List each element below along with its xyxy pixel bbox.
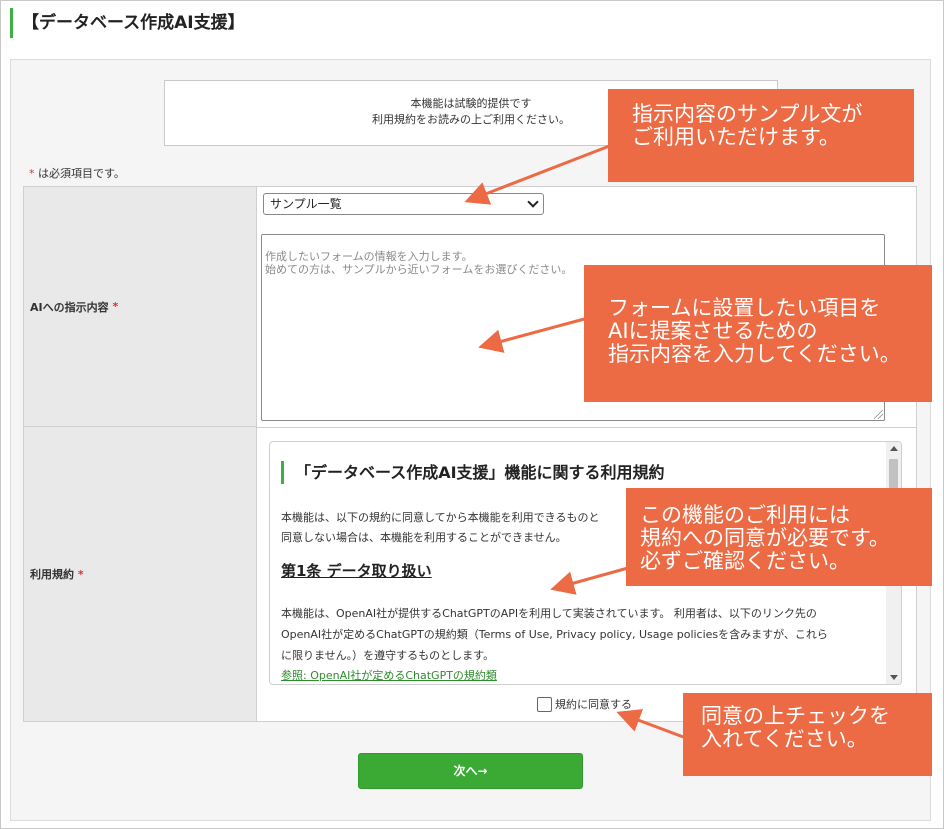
chevron-down-icon (527, 196, 539, 208)
terms-label-text: 利用規約 (30, 568, 74, 581)
terms-paragraph-2-line-1: 本機能は、OpenAI社が提供するChatGPTのAPIを利用して実装されていま… (281, 607, 817, 620)
row-divider (257, 427, 916, 428)
callout-prompt-hint: フォームに設置したい項目を AIに提案させるための 指示内容を入力してください。 (584, 265, 932, 402)
terms-paragraph-2: 本機能は、OpenAI社が提供するChatGPTのAPIを利用して実装されていま… (281, 603, 828, 666)
terms-paragraph-2-line-3: に限りません。）を遵守するものとします。 (281, 649, 495, 662)
terms-paragraph-1-line-1: 本機能は、以下の規約に同意してから本機能を利用できるものと (281, 511, 600, 524)
callout-1-line-1: 指示内容のサンプル文が (632, 102, 863, 126)
callout-3-line-1: この機能のご利用には (640, 503, 850, 527)
resize-grip-icon[interactable] (874, 410, 883, 419)
sample-select[interactable]: サンプル一覧 (263, 193, 544, 215)
scroll-down-icon[interactable] (890, 675, 898, 680)
next-button[interactable]: 次へ→ (358, 753, 583, 789)
prompt-placeholder: 作成したいフォームの情報を入力します。 始めての方は、サンプルから近いフォームを… (265, 250, 573, 276)
callout-1-line-2: ご利用いただけます。 (632, 125, 840, 149)
scroll-up-icon[interactable] (890, 446, 898, 451)
page-title: 【データベース作成AI支援】 (10, 8, 245, 38)
terms-row-label: 利用規約 * (24, 427, 257, 721)
required-note: * は必須項目です。 (29, 165, 125, 181)
callout-3-line-3: 必ずご確認ください。 (640, 549, 850, 573)
terms-heading: 「データベース作成AI支援」機能に関する利用規約 (281, 461, 665, 484)
callout-2-line-2: AIに提案させるための (608, 319, 818, 343)
prompt-required-star: * (112, 300, 119, 313)
terms-required-star: * (77, 567, 84, 581)
callout-3-line-2: 規約への同意が必要です。 (640, 526, 890, 550)
terms-paragraph-1-line-2: 同意しない場合は、本機能を利用することができません。 (281, 531, 567, 544)
callout-agree-hint: 同意の上チェックを 入れてください。 (683, 693, 932, 776)
prompt-row-label: AIへの指示内容 * (24, 187, 257, 427)
prompt-label-text: AIへの指示内容 (30, 300, 109, 314)
openai-terms-link[interactable]: 参照: OpenAI社が定めるChatGPTの規約類 (281, 667, 497, 683)
sample-select-value: サンプル一覧 (270, 197, 342, 211)
agree-checkbox[interactable] (537, 697, 552, 712)
required-note-text: は必須項目です。 (34, 167, 125, 180)
callout-terms-hint: この機能のご利用には 規約への同意が必要です。 必ずご確認ください。 (626, 488, 932, 586)
terms-paragraph-1: 本機能は、以下の規約に同意してから本機能を利用できるものと 同意しない場合は、本… (281, 508, 599, 548)
callout-2-line-1: フォームに設置したい項目を (608, 296, 881, 320)
agree-label[interactable]: 規約に同意する (555, 697, 632, 712)
callout-2-line-3: 指示内容を入力してください。 (608, 342, 901, 366)
callout-4-line-2: 入れてください。 (701, 727, 868, 751)
article-1-heading: 第1条 データ取り扱い (281, 562, 432, 580)
terms-paragraph-2-line-2: OpenAI社が定めるChatGPTの規約類（Terms of Use, Pri… (281, 628, 828, 641)
callout-sample-hint: 指示内容のサンプル文が ご利用いただけます。 (608, 89, 914, 182)
callout-4-line-1: 同意の上チェックを (701, 704, 890, 728)
